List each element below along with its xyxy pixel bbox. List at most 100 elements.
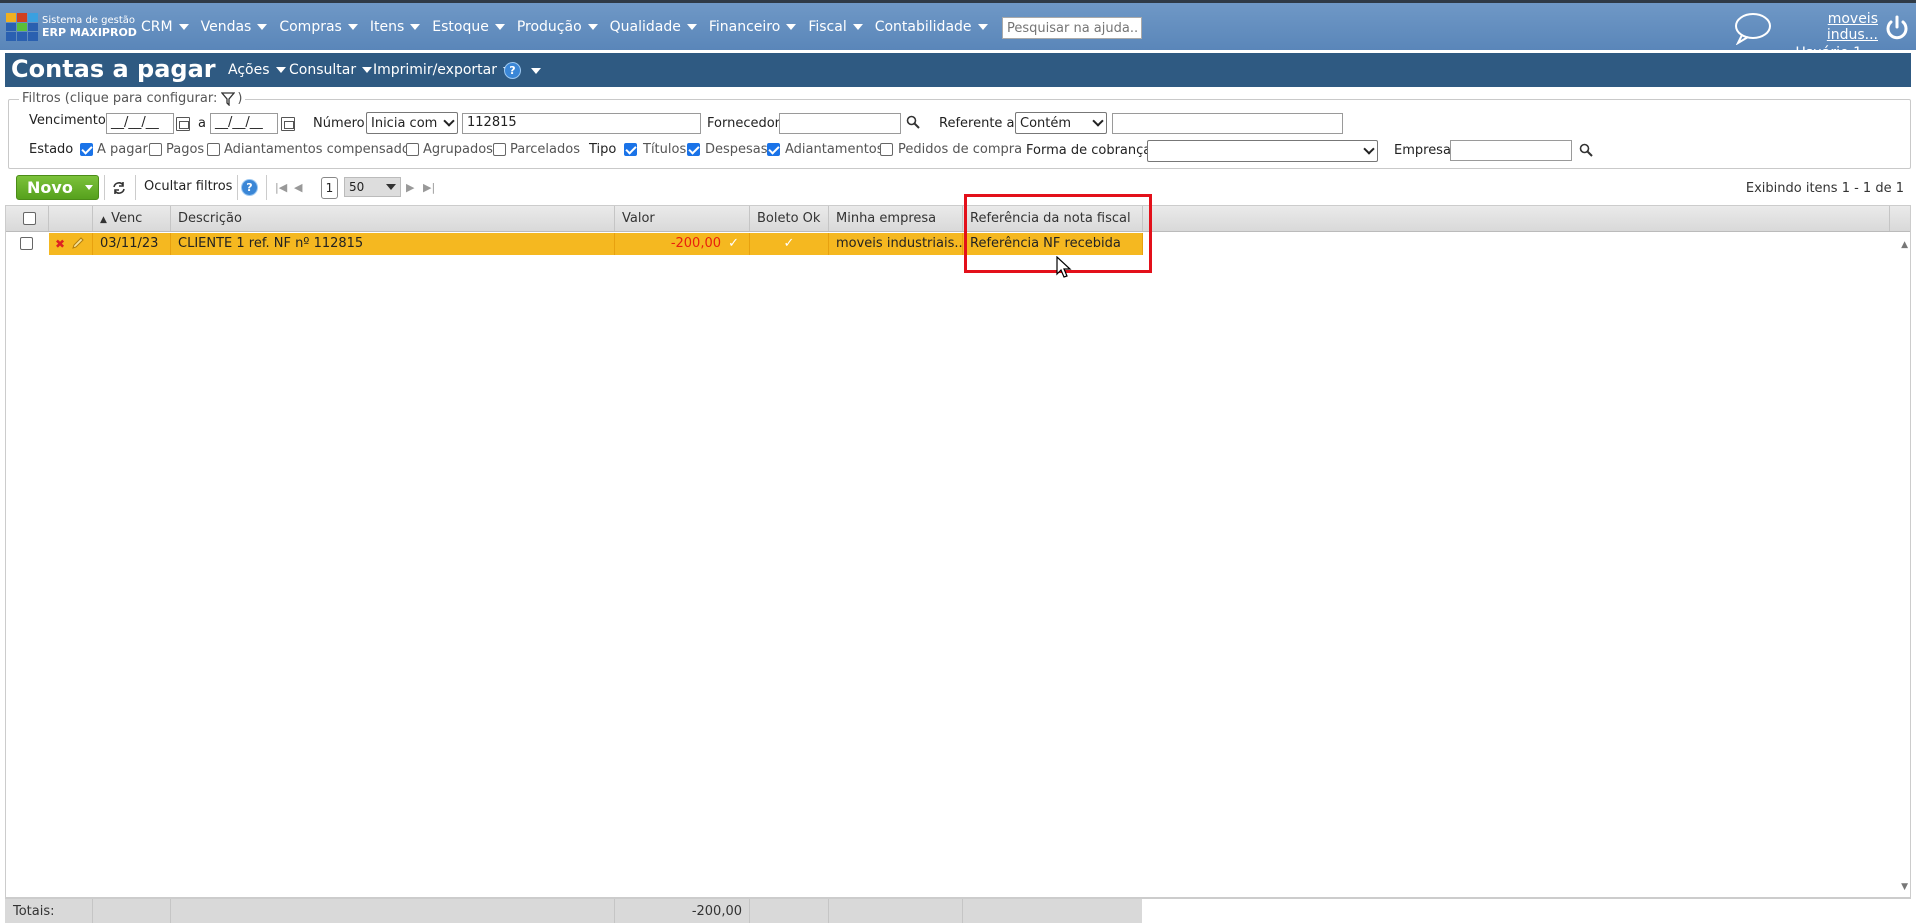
estado-parcelados-checkbox[interactable] xyxy=(493,143,506,156)
chevron-down-icon xyxy=(443,115,455,127)
boleto-ok-column-header[interactable]: Boleto Ok xyxy=(750,206,829,231)
menu-label: Compras xyxy=(279,19,342,35)
menu-qualidade[interactable]: Qualidade xyxy=(610,19,697,35)
select-all-checkbox[interactable] xyxy=(23,212,36,225)
column-label: Minha empresa xyxy=(836,211,937,226)
check-icon: ✓ xyxy=(783,236,795,251)
toolbar-divider xyxy=(135,175,136,200)
acoes-menu[interactable]: Ações xyxy=(228,62,286,78)
ocultar-filtros-button[interactable]: Ocultar filtros xyxy=(144,179,232,194)
page-number-input[interactable]: 1 xyxy=(321,177,338,199)
delete-icon[interactable]: ✖ xyxy=(55,237,65,251)
scroll-up-arrow[interactable]: ▲ xyxy=(1901,240,1908,250)
column-label: Descrição xyxy=(178,211,242,226)
column-label: Valor xyxy=(622,211,655,226)
next-page-icon[interactable]: ▶ xyxy=(406,181,414,194)
calendar-icon[interactable] xyxy=(281,117,295,131)
empresa-input[interactable] xyxy=(1450,140,1572,161)
caret-down-icon xyxy=(362,67,373,73)
estado-adiantamentos-compensados-checkbox[interactable] xyxy=(207,143,220,156)
search-icon[interactable] xyxy=(1579,143,1593,157)
scroll-down-arrow[interactable]: ▼ xyxy=(1901,882,1908,892)
page-help-menu[interactable]: ? xyxy=(504,62,541,79)
company-link[interactable]: moveis indus... xyxy=(1782,11,1878,43)
filter-funnel-icon[interactable] xyxy=(221,91,236,106)
first-page-icon[interactable]: |◀ xyxy=(275,181,287,194)
menu-label: Itens xyxy=(369,19,405,35)
menu-itens[interactable]: Itens xyxy=(369,19,421,35)
estado-agrupados-label: Agrupados xyxy=(423,142,493,157)
filters-legend[interactable]: Filtros (clique para configurar: ) xyxy=(19,91,246,106)
calendar-icon[interactable] xyxy=(176,117,190,131)
novo-button[interactable]: Novo xyxy=(16,175,99,200)
forma-cobranca-select[interactable] xyxy=(1147,140,1378,162)
filters-panel: Filtros (clique para configurar: ) Venci… xyxy=(8,91,1911,169)
tipo-despesas-checkbox[interactable] xyxy=(687,143,700,156)
edit-pencil-icon[interactable] xyxy=(71,236,85,250)
sort-asc-icon: ▲ xyxy=(100,215,107,225)
chat-bubble-icon[interactable] xyxy=(1732,11,1772,45)
estado-agrupados-checkbox[interactable] xyxy=(406,143,419,156)
numero-label: Número xyxy=(313,116,365,131)
table-row[interactable]: ✖ 03/11/23 CLIENTE 1 ref. NF nº 112815 -… xyxy=(6,233,1910,255)
chevron-down-icon xyxy=(1092,115,1104,127)
logo-mark-icon xyxy=(6,13,38,41)
estado-a-pagar-checkbox[interactable] xyxy=(80,143,93,156)
numero-input[interactable]: 112815 xyxy=(462,113,701,134)
tipo-titulos-checkbox[interactable] xyxy=(624,143,637,156)
menu-fiscal[interactable]: Fiscal xyxy=(808,19,863,35)
refresh-icon[interactable] xyxy=(111,181,127,195)
numero-operator-select[interactable]: Inicia com xyxy=(366,112,458,134)
caret-down-icon xyxy=(686,24,697,30)
search-icon[interactable] xyxy=(906,115,920,129)
select-value: Contém xyxy=(1020,115,1072,131)
page-size-select[interactable]: 50 xyxy=(344,177,401,197)
fornecedor-label: Fornecedor xyxy=(707,116,781,131)
fornecedor-input[interactable] xyxy=(779,113,901,134)
referente-operator-select[interactable]: Contém xyxy=(1015,112,1107,134)
tipo-adiantamentos-checkbox[interactable] xyxy=(767,143,780,156)
menu-label: Vendas xyxy=(200,19,252,35)
menu-crm[interactable]: CRM xyxy=(141,19,189,35)
estado-pagos-checkbox[interactable] xyxy=(149,143,162,156)
menu-label: Ações xyxy=(228,62,270,78)
caret-down-icon xyxy=(531,67,541,74)
caret-down-icon xyxy=(587,24,598,30)
referente-input[interactable] xyxy=(1112,113,1343,134)
menu-compras[interactable]: Compras xyxy=(279,19,358,35)
minha-empresa-cell: moveis industriais... xyxy=(829,233,963,255)
valor-column-header[interactable]: Valor xyxy=(615,206,750,231)
help-search-input[interactable] xyxy=(1002,17,1142,39)
prev-page-icon[interactable]: ◀ xyxy=(294,181,302,194)
check-icon: ✓ xyxy=(728,236,739,251)
last-page-icon[interactable]: ▶| xyxy=(423,181,435,194)
vencimento-end-input[interactable]: __/__/__ xyxy=(210,113,278,134)
imprimir-exportar-menu[interactable]: Imprimir/exportar xyxy=(373,62,513,78)
consultar-menu[interactable]: Consultar xyxy=(289,62,373,78)
app-logo[interactable]: Sistema de gestão ERP MAXIPROD xyxy=(6,13,137,41)
help-icon[interactable]: ? xyxy=(241,179,258,196)
power-icon[interactable] xyxy=(1884,15,1910,41)
tipo-pedidos-de-compra-checkbox[interactable] xyxy=(880,143,893,156)
main-menu: CRM Vendas Compras Itens Estoque Produçã… xyxy=(141,17,1086,37)
menu-label: Estoque xyxy=(432,19,489,35)
menu-estoque[interactable]: Estoque xyxy=(432,19,505,35)
menu-financeiro[interactable]: Financeiro xyxy=(709,19,797,35)
menu-vendas[interactable]: Vendas xyxy=(201,19,268,35)
estado-pagos-label: Pagos xyxy=(166,142,205,157)
menu-producao[interactable]: Produção xyxy=(517,19,598,35)
toolbar-divider xyxy=(266,175,267,200)
column-label: Venc xyxy=(111,211,143,226)
minha-empresa-column-header[interactable]: Minha empresa xyxy=(829,206,963,231)
venc-column-header[interactable]: ▲ Venc xyxy=(93,206,171,231)
venc-cell: 03/11/23 xyxy=(93,233,171,255)
mouse-cursor-icon xyxy=(1056,256,1072,278)
menu-contabilidade[interactable]: Contabilidade xyxy=(875,19,988,35)
filler-header xyxy=(1143,206,1890,231)
page-size-value: 50 xyxy=(349,180,365,194)
grid-footer: Totais: -200,00 xyxy=(5,898,1911,923)
chevron-down-icon xyxy=(1363,143,1375,155)
descricao-column-header[interactable]: Descrição xyxy=(171,206,615,231)
vencimento-start-input[interactable]: __/__/__ xyxy=(106,113,174,134)
row-checkbox[interactable] xyxy=(20,237,33,250)
